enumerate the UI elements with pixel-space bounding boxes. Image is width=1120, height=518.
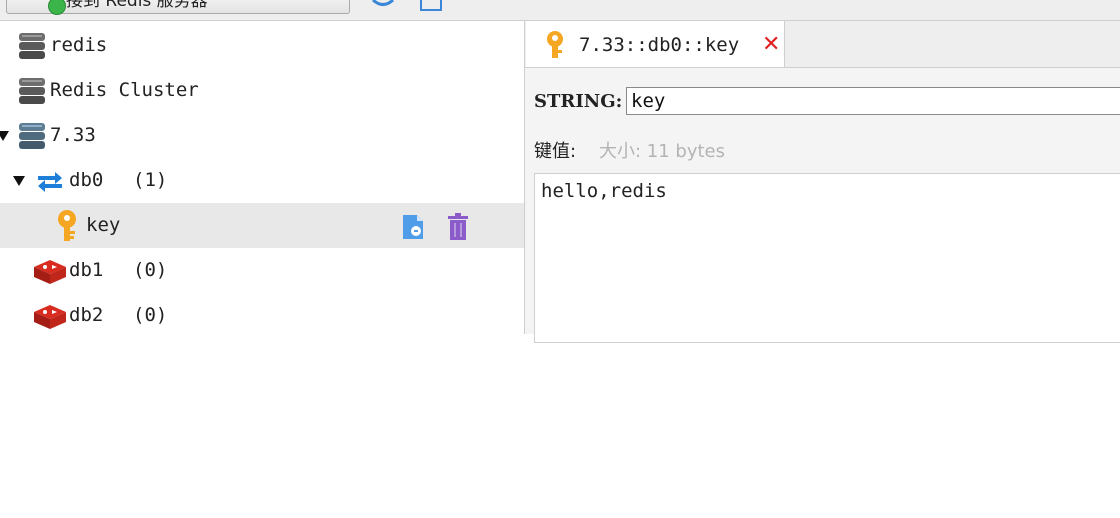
reload-arrows-icon bbox=[38, 172, 62, 192]
tab-strip: 7.33::db0::key ✕ bbox=[525, 21, 1120, 68]
tree-item-key[interactable]: key bbox=[0, 203, 524, 248]
value-label: 键值: bbox=[534, 141, 577, 162]
key-name-input[interactable] bbox=[626, 87, 1120, 115]
expand-arrow-icon[interactable] bbox=[0, 131, 9, 141]
tree-item-db2[interactable]: db2 (0) bbox=[0, 293, 524, 338]
expand-arrow-icon[interactable] bbox=[13, 176, 25, 186]
tab-key[interactable]: 7.33::db0::key ✕ bbox=[526, 21, 785, 67]
tree-item-label: Redis Cluster bbox=[50, 79, 199, 101]
server-stack-icon bbox=[19, 78, 45, 104]
value-text: hello,redis bbox=[541, 180, 667, 202]
server-stack-icon bbox=[19, 123, 45, 149]
tree-item-label: redis bbox=[50, 34, 108, 56]
server-stack-icon bbox=[19, 33, 45, 59]
tree-item-redis[interactable]: redis bbox=[0, 23, 524, 68]
tree-item-redis-cluster[interactable]: Redis Cluster bbox=[0, 68, 524, 113]
tree-item-count: (0) bbox=[133, 304, 168, 326]
tree-item-label: db1 bbox=[69, 259, 104, 281]
connect-label: 连接到 Redis 服务器 bbox=[49, 0, 208, 11]
redis-db-icon bbox=[34, 305, 66, 329]
toolbar: 连接到 Redis 服务器 bbox=[0, 0, 1120, 21]
redis-db-icon bbox=[34, 260, 66, 284]
value-textarea[interactable]: hello,redis bbox=[534, 173, 1120, 343]
tree-item-7-33[interactable]: 7.33 bbox=[0, 113, 524, 158]
copy-file-icon[interactable] bbox=[401, 213, 427, 241]
key-editor-panel: 7.33::db0::key ✕ STRING: 键值: 大小: 11 byte… bbox=[525, 21, 1120, 343]
tree-item-db1[interactable]: db1 (0) bbox=[0, 248, 524, 293]
refresh-icon[interactable] bbox=[370, 0, 396, 10]
value-size-text: 大小: 11 bytes bbox=[599, 141, 725, 162]
connection-tree: redis Redis Cluster 7.33 db0 (1) key db1… bbox=[0, 21, 525, 334]
tree-item-label: key bbox=[86, 214, 121, 236]
tree-item-label: db2 bbox=[69, 304, 104, 326]
tree-item-label: 7.33 bbox=[50, 124, 96, 146]
key-icon bbox=[547, 31, 563, 58]
close-icon[interactable]: ✕ bbox=[762, 21, 780, 69]
console-icon[interactable] bbox=[420, 0, 442, 12]
tree-item-count: (0) bbox=[133, 259, 168, 281]
tree-item-db0[interactable]: db0 (1) bbox=[0, 158, 524, 203]
tree-item-count: (1) bbox=[133, 169, 168, 191]
type-label: STRING: bbox=[534, 91, 623, 112]
trash-icon[interactable] bbox=[446, 213, 470, 241]
tree-item-label: db0 bbox=[69, 169, 104, 191]
key-icon bbox=[58, 210, 76, 241]
tab-title: 7.33::db0::key bbox=[579, 34, 740, 56]
